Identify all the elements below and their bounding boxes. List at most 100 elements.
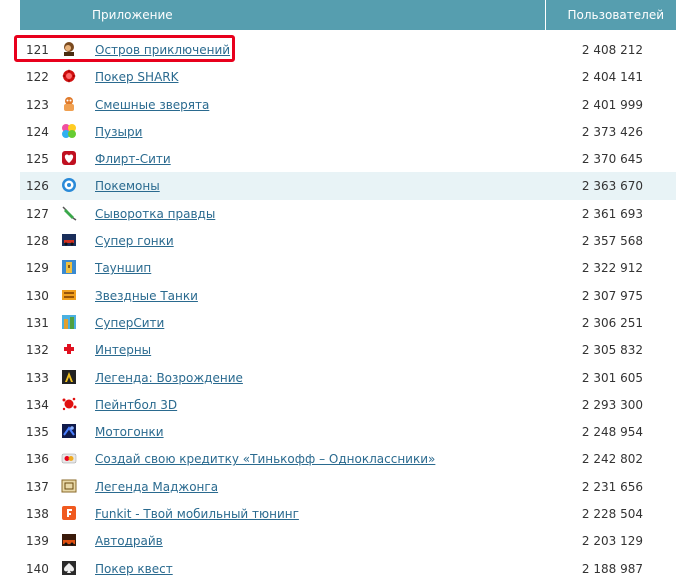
row-rank: 127 [26, 206, 49, 221]
syringe-icon[interactable] [61, 205, 77, 221]
column-header-app[interactable]: Приложение [92, 8, 173, 22]
credit-card-icon[interactable] [61, 450, 77, 466]
user-count: 2 408 212 [581, 43, 643, 57]
column-divider [545, 0, 546, 30]
user-count: 2 373 426 [581, 124, 643, 139]
app-link[interactable]: Пейнтбол 3D [95, 398, 177, 412]
heart-icon[interactable] [61, 150, 77, 166]
user-count: 2 305 832 [581, 343, 643, 358]
app-link[interactable]: Супер гонки [95, 234, 174, 248]
table-row: 134 Пейнтбол 3D 2 293 300 [20, 391, 676, 418]
user-count: 2 242 802 [581, 452, 643, 467]
app-link[interactable]: Звездные Танки [95, 289, 198, 303]
supercity-icon[interactable] [61, 314, 77, 330]
app-link[interactable]: Интерны [95, 343, 151, 357]
row-rank: 123 [26, 97, 49, 112]
table-row: 140 Покер квест 2 188 987 [20, 555, 676, 582]
user-count: 2 293 300 [581, 397, 643, 412]
table-row: 136 Создай свою кредитку «Тинькофф – Одн… [20, 445, 676, 472]
user-count: 2 203 129 [581, 534, 643, 549]
user-count: 2 357 568 [581, 234, 643, 249]
funkit-icon[interactable] [61, 505, 77, 521]
bubbles-icon[interactable] [61, 123, 77, 139]
row-rank: 140 [26, 561, 49, 576]
user-count: 2 370 645 [581, 152, 643, 167]
user-count: 2 248 954 [581, 425, 643, 440]
app-link[interactable]: Флирт-Сити [95, 152, 171, 166]
table-row: 128 Супер гонки 2 357 568 [20, 227, 676, 254]
pokemon-icon[interactable] [61, 177, 77, 193]
table-row: 124 Пузыри 2 373 426 [20, 118, 676, 145]
table-row: 133 Легенда: Возрождение 2 301 605 [20, 364, 676, 391]
app-link[interactable]: Покер SHARK [95, 70, 178, 84]
paint-splat-icon[interactable] [61, 396, 77, 412]
column-header-users[interactable]: Пользователей [568, 8, 664, 22]
user-count: 2 188 987 [581, 561, 643, 576]
app-link[interactable]: Автодрайв [95, 534, 163, 548]
table-row: 123 Смешные зверята 2 401 999 [20, 91, 676, 118]
legend-rebirth-icon[interactable] [61, 369, 77, 385]
user-count: 2 363 670 [581, 179, 643, 194]
row-rank: 137 [26, 479, 49, 494]
row-rank: 135 [26, 425, 49, 440]
adventure-island-icon[interactable] [61, 41, 77, 57]
row-rank: 134 [26, 397, 49, 412]
app-link[interactable]: Мотогонки [95, 425, 164, 439]
user-count: 2 322 912 [581, 261, 643, 276]
app-link[interactable]: Покемоны [95, 179, 160, 193]
table-row: 130 Звездные Танки 2 307 975 [20, 282, 676, 309]
table-header: Приложение Пользователей [20, 0, 676, 30]
row-rank: 128 [26, 234, 49, 249]
row-rank: 129 [26, 261, 49, 276]
row-rank: 133 [26, 370, 49, 385]
table-row: 121 Остров приключений 2 408 212 [20, 36, 676, 63]
app-link[interactable]: Покер квест [95, 562, 173, 576]
poker-quest-icon[interactable] [61, 560, 77, 576]
user-count: 2 228 504 [581, 507, 643, 522]
apps-table: 121 Остров приключений 2 408 212 122 Пок… [20, 36, 676, 582]
row-rank: 136 [26, 452, 49, 467]
poker-shark-icon[interactable] [61, 68, 77, 84]
funny-animals-icon[interactable] [61, 96, 77, 112]
table-row: 132 Интерны 2 305 832 [20, 336, 676, 363]
row-rank: 122 [26, 70, 49, 85]
app-link[interactable]: Funkit - Твой мобильный тюнинг [95, 507, 299, 521]
table-row: 139 Автодрайв 2 203 129 [20, 527, 676, 554]
user-count: 2 401 999 [581, 97, 643, 112]
user-count: 2 231 656 [581, 479, 643, 494]
mahjong-icon[interactable] [61, 478, 77, 494]
table-row: 131 СуперСити 2 306 251 [20, 309, 676, 336]
table-row: 135 Мотогонки 2 248 954 [20, 418, 676, 445]
table-row: 137 Легенда Маджонга 2 231 656 [20, 473, 676, 500]
user-count: 2 301 605 [581, 370, 643, 385]
app-link[interactable]: Сыворотка правды [95, 207, 215, 221]
user-count: 2 307 975 [581, 288, 643, 303]
race-car-icon[interactable] [61, 232, 77, 248]
table-row: 129 Тауншип 2 322 912 [20, 254, 676, 281]
row-rank: 121 [26, 43, 49, 57]
app-link[interactable]: Тауншип [95, 261, 151, 275]
township-icon[interactable] [61, 259, 77, 275]
row-rank: 125 [26, 152, 49, 167]
autodrive-icon[interactable] [61, 532, 77, 548]
medical-cross-icon[interactable] [61, 341, 77, 357]
app-link[interactable]: СуперСити [95, 316, 164, 330]
row-rank: 126 [26, 179, 49, 194]
app-link[interactable]: Создай свою кредитку «Тинькофф – Однокла… [95, 452, 435, 466]
row-rank: 131 [26, 315, 49, 330]
table-row: 126 Покемоны 2 363 670 [20, 172, 676, 200]
app-link[interactable]: Пузыри [95, 125, 142, 139]
user-count: 2 361 693 [581, 206, 643, 221]
table-row: 125 Флирт-Сити 2 370 645 [20, 145, 676, 172]
table-row: 122 Покер SHARK 2 404 141 [20, 63, 676, 90]
row-rank: 124 [26, 124, 49, 139]
moto-race-icon[interactable] [61, 423, 77, 439]
app-link[interactable]: Остров приключений [95, 43, 230, 57]
app-link[interactable]: Смешные зверята [95, 98, 209, 112]
star-tanks-icon[interactable] [61, 287, 77, 303]
app-link[interactable]: Легенда: Возрождение [95, 371, 243, 385]
app-link[interactable]: Легенда Маджонга [95, 480, 218, 494]
row-rank: 130 [26, 288, 49, 303]
table-row: 127 Сыворотка правды 2 361 693 [20, 200, 676, 227]
user-count: 2 404 141 [581, 70, 643, 85]
